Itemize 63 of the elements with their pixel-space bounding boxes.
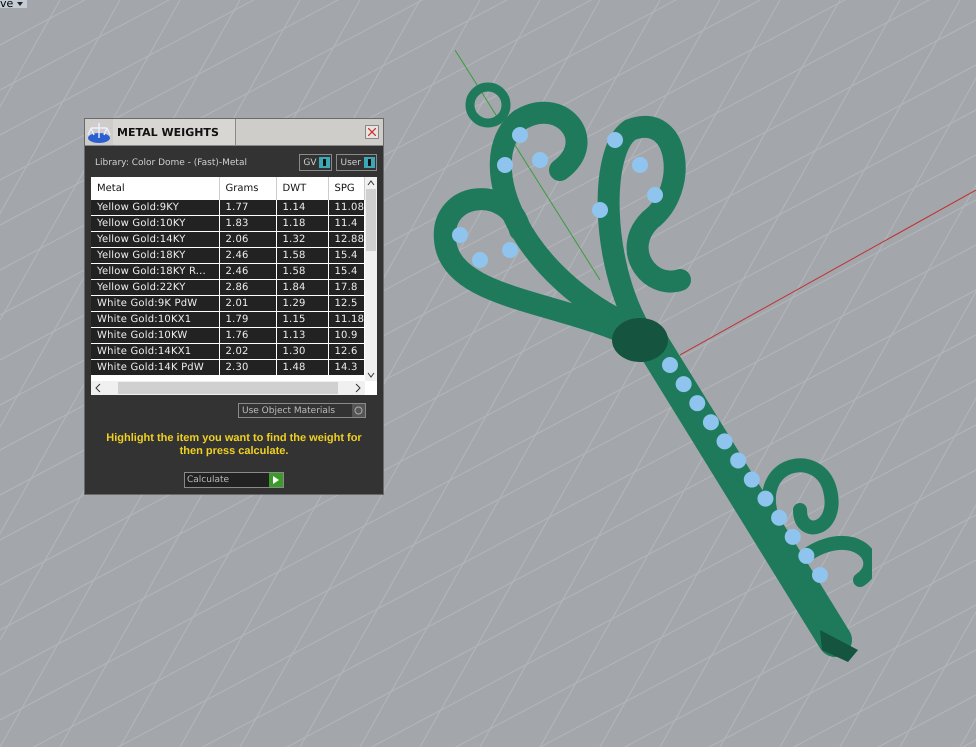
table-cell: 1.15 — [276, 312, 328, 328]
table-cell: White Gold:14KX1 — [91, 344, 219, 360]
table-cell: White Gold:10KW — [91, 328, 219, 344]
radio-circle-icon — [354, 406, 363, 415]
table-cell: White Gold:14K PdW — [91, 360, 219, 376]
caret-icon — [17, 2, 24, 6]
table-cell: 1.83 — [219, 216, 276, 232]
close-button[interactable] — [365, 125, 379, 139]
table-cell: 1.29 — [276, 296, 328, 312]
table-cell: 2.02 — [219, 344, 276, 360]
table-cell: 1.32 — [276, 232, 328, 248]
table-cell: Yellow Gold:18KY — [91, 248, 219, 264]
table-cell: Yellow Gold:9KY — [91, 200, 219, 216]
table-cell: 2.86 — [219, 280, 276, 296]
table-cell: White Gold:10KX1 — [91, 312, 219, 328]
table-cell: Yellow Gold:14KY — [91, 232, 219, 248]
vertical-scrollbar[interactable] — [365, 177, 377, 381]
toggle-switch[interactable]: GV — [299, 154, 332, 171]
table-cell: 15.4 — [328, 264, 364, 280]
table-cell: 1.76 — [219, 328, 276, 344]
table-cell: 1.84 — [276, 280, 328, 296]
table-cell: Yellow Gold:22KY — [91, 280, 219, 296]
table-cell: 12.6 — [328, 344, 364, 360]
table-cell: 12.5 — [328, 296, 364, 312]
use-object-materials-toggle[interactable]: Use Object Materials — [238, 403, 366, 418]
chevron-right-icon[interactable] — [354, 383, 362, 393]
table-cell: 15.4 — [328, 248, 364, 264]
dropdown-text: ve — [0, 0, 14, 8]
table-cell: 17.8 — [328, 280, 364, 296]
table-cell: 12.88 — [328, 232, 364, 248]
table-cell: 2.01 — [219, 296, 276, 312]
table-cell: 1.77 — [219, 200, 276, 216]
library-label: Library: Color Dome - (Fast)-Metal — [95, 158, 247, 168]
table-cell: White Gold:9K PdW — [91, 296, 219, 312]
table-cell: 1.58 — [276, 264, 328, 280]
table-cell: 2.06 — [219, 232, 276, 248]
table-cell: 1.79 — [219, 312, 276, 328]
table-cell: 2.30 — [219, 360, 276, 376]
scale-icon — [87, 120, 111, 144]
table-cell: 10.9 — [328, 328, 364, 344]
toggle-switch[interactable]: User — [336, 154, 377, 171]
table-cell: 11.18 — [328, 312, 364, 328]
table-cell: 1.30 — [276, 344, 328, 360]
table-cell: 1.58 — [276, 248, 328, 264]
table-cell: Yellow Gold:10KY — [91, 216, 219, 232]
chevron-left-icon[interactable] — [94, 383, 102, 393]
table-cell: Yellow Gold:18KY R... — [91, 264, 219, 280]
horizontal-scrollbar[interactable] — [91, 381, 365, 395]
table-cell: 11.4 — [328, 216, 364, 232]
table-cell: 11.08 — [328, 200, 364, 216]
table-cell: 2.46 — [219, 248, 276, 264]
table-cell: 14.3 — [328, 360, 364, 376]
play-icon — [273, 476, 279, 484]
calculate-button[interactable]: Calculate — [184, 472, 284, 488]
instruction-text: Highlight the item you want to find the weight for then press calculate. — [105, 432, 363, 458]
table-cell: 1.18 — [276, 216, 328, 232]
panel-title: METAL WEIGHTS — [113, 119, 236, 145]
toggle-bar-icon — [323, 159, 326, 166]
toggle-bar-icon — [368, 159, 371, 166]
table-cell: 2.46 — [219, 264, 276, 280]
table-cell: 1.48 — [276, 360, 328, 376]
table-cell: 1.14 — [276, 200, 328, 216]
table-cell: 1.13 — [276, 328, 328, 344]
